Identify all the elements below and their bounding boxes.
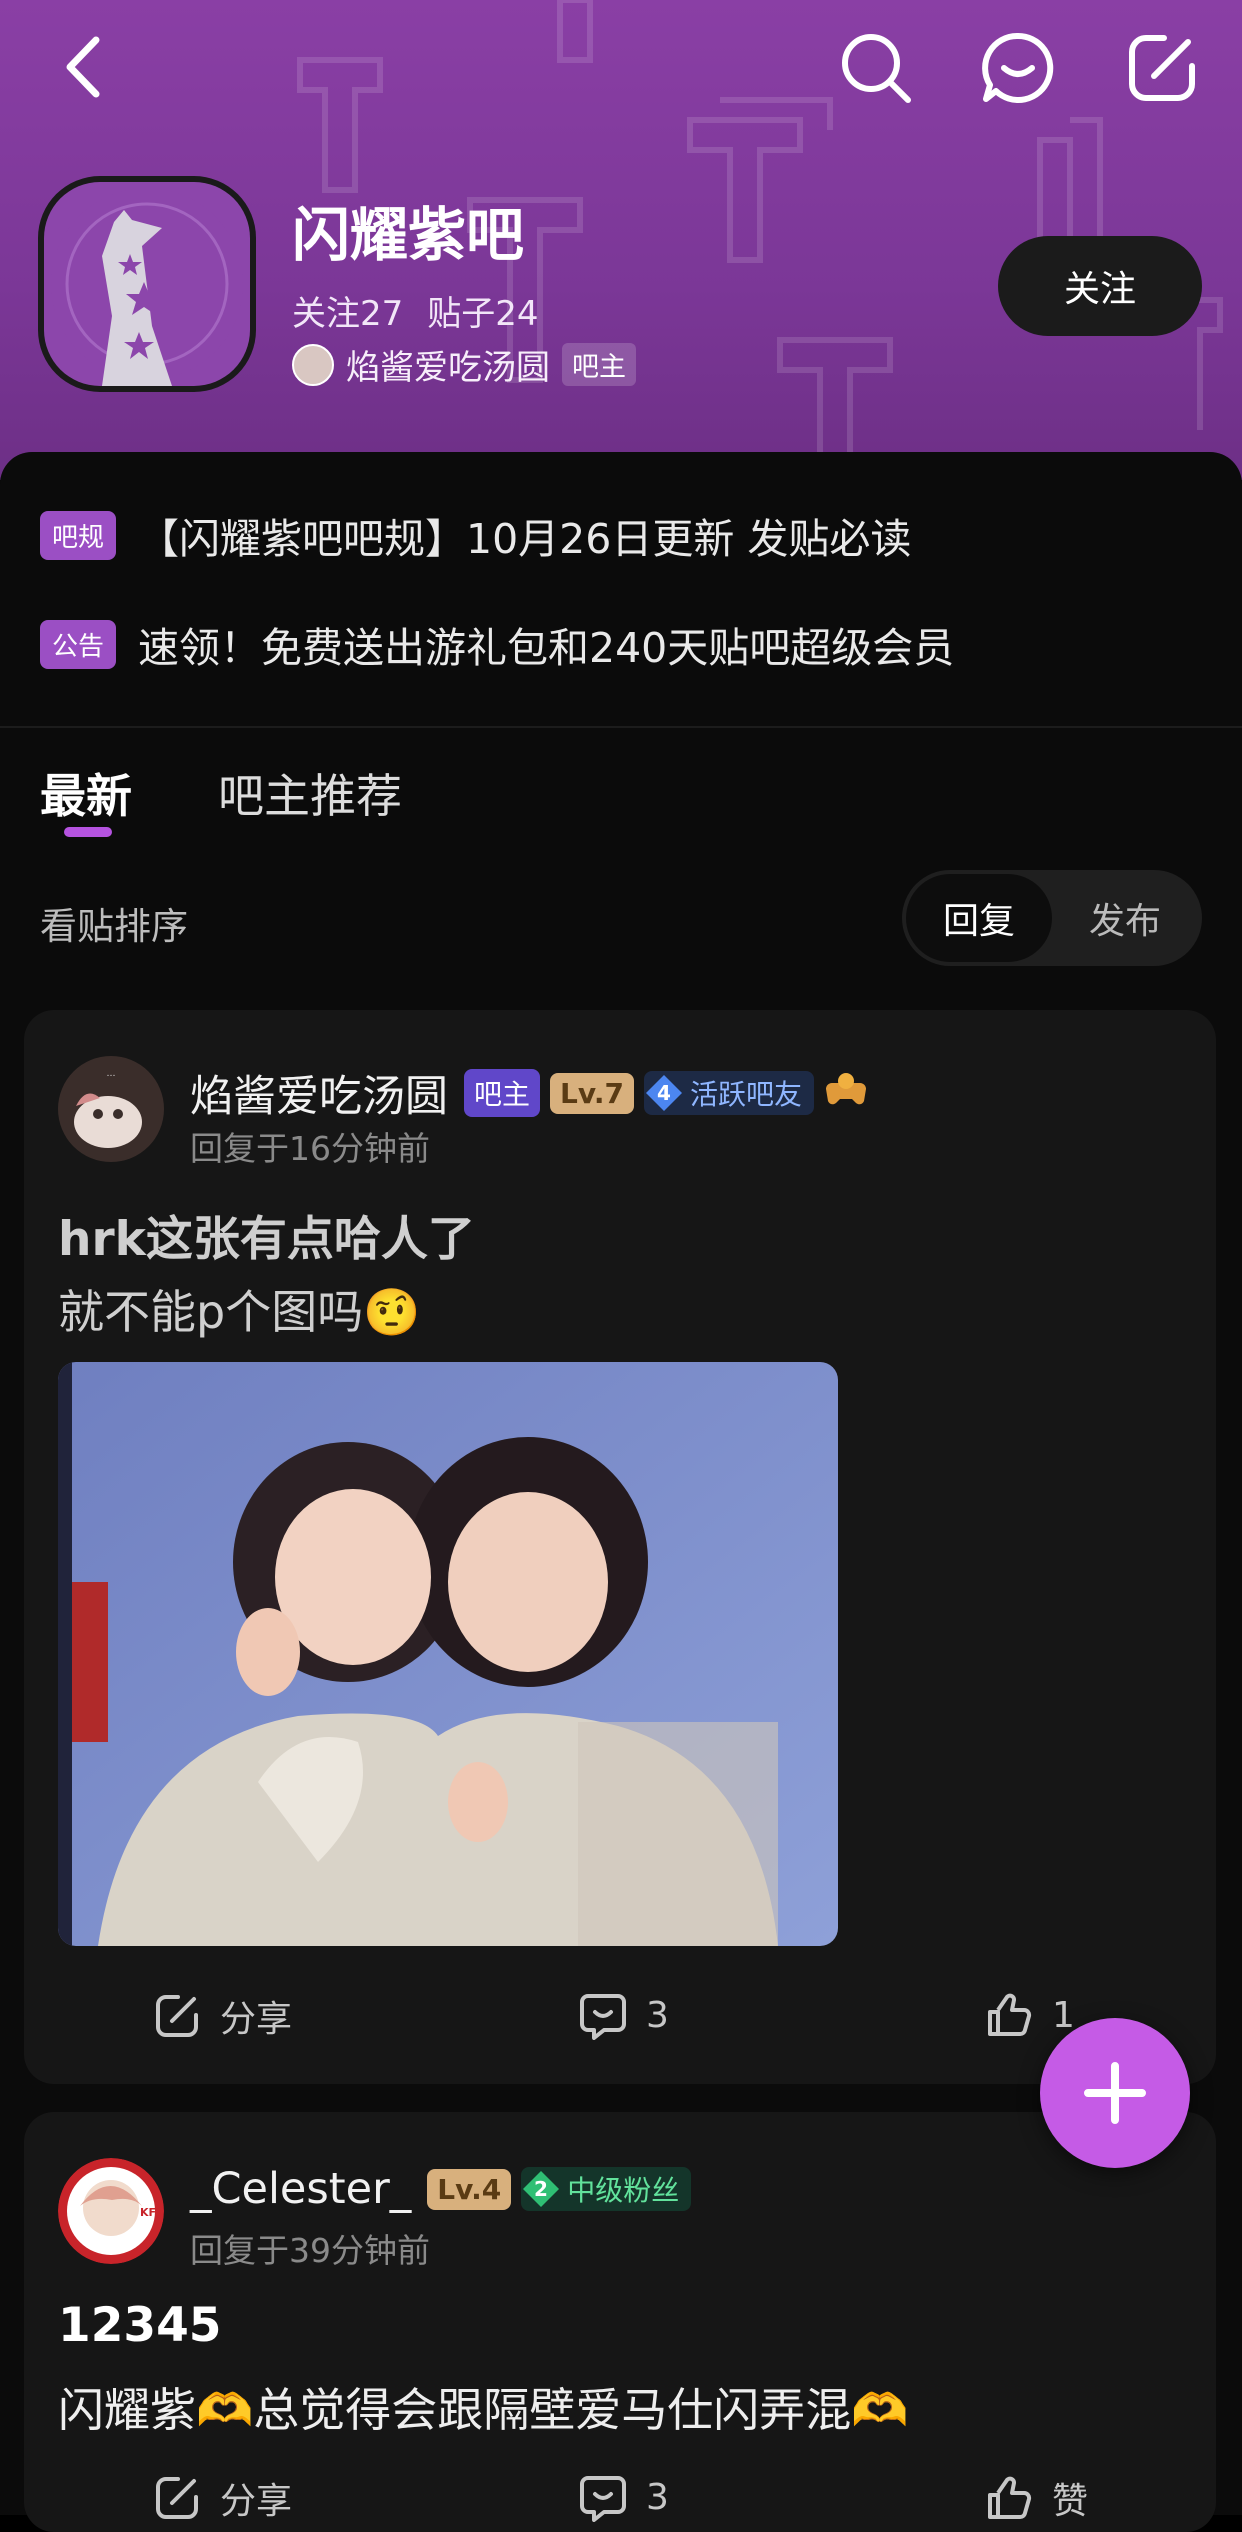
avatar[interactable]: … (58, 1056, 164, 1162)
tab-latest[interactable]: 最新 (40, 760, 132, 837)
diamond-icon: 2 (523, 2171, 560, 2207)
announcement-notice[interactable]: 公告 速领！免费送出游礼包和240天贴吧超级会员 (40, 614, 954, 674)
share-icon (156, 1995, 198, 2037)
svg-text:…: … (107, 1069, 116, 1079)
search-icon (842, 34, 911, 103)
tab-indicator (64, 827, 112, 837)
forum-avatar[interactable] (38, 176, 256, 392)
share-button[interactable]: 分享 (152, 2472, 292, 2524)
like-button[interactable]: 赞 (984, 2472, 1088, 2524)
tab-latest-label: 最新 (40, 769, 132, 823)
new-post-button[interactable] (1040, 2018, 1190, 2168)
rank-label: 中级粉丝 (567, 2174, 680, 2207)
gamepad-icon (824, 1071, 868, 1115)
comment-count: 3 (646, 1994, 669, 2036)
owner-badge: 吧主 (464, 1069, 541, 1117)
post-time: 回复于16分钟前 (190, 1129, 430, 1168)
sort-by-reply[interactable]: 回复 (906, 874, 1052, 962)
owner-badge: 吧主 (562, 343, 636, 386)
giraffe-logo-icon (44, 182, 250, 386)
announcement-tag: 公告 (40, 619, 117, 669)
comment-icon (580, 1994, 626, 2040)
post-title[interactable]: 12345 (58, 2298, 222, 2353)
share-label: 分享 (220, 1999, 293, 2040)
rank-badge: 2 中级粉丝 (521, 2167, 692, 2211)
author-name[interactable]: 焰酱爱吃汤圆 (190, 1062, 448, 1124)
forum-owner[interactable]: 焰酱爱吃汤圆 吧主 (292, 340, 636, 389)
svg-text:2: 2 (534, 2177, 548, 2201)
post-card[interactable]: KFC _Celester_ Lv.4 2 中级粉丝 回复于39分钟前 1234… (24, 2112, 1216, 2532)
sort-toggle: 回复 发布 (902, 870, 1202, 966)
rules-text: 【闪耀紫吧吧规】10月26日更新 发贴必读 (138, 515, 912, 563)
post-body[interactable]: 就不能p个图吗🤨 (58, 1276, 420, 1342)
owner-avatar (292, 343, 334, 386)
level-badge: Lv.7 (550, 1072, 634, 1114)
post-image[interactable] (58, 1362, 838, 1946)
feed-tabs: 最新 吧主推荐 (40, 760, 402, 837)
thumbs-up-icon (988, 1993, 1032, 2036)
rules-tag: 吧规 (40, 510, 117, 560)
divider (0, 726, 1242, 728)
rank-badge: 4 活跃吧友 (643, 1071, 814, 1115)
tab-owner-picks-label: 吧主推荐 (218, 769, 402, 823)
chat-bubble-icon (982, 32, 1054, 103)
edit-icon (1129, 35, 1195, 101)
comment-count: 3 (646, 2476, 669, 2518)
post-body[interactable]: 闪耀紫🫶总觉得会跟隔壁爱马仕闪弄混🫶 (58, 2374, 909, 2440)
forum-name: 闪耀紫吧 (292, 201, 525, 269)
followers-count: 关注27 (292, 294, 404, 334)
follow-button[interactable]: 关注 (998, 236, 1202, 336)
forum-header: 闪耀紫吧 关注27 贴子24 焰酱爱吃汤圆 吧主 关注 (0, 0, 1242, 480)
diamond-icon: 4 (645, 1075, 682, 1111)
avatar[interactable]: KFC (58, 2158, 164, 2264)
compose-button[interactable] (1124, 30, 1200, 106)
messages-button[interactable] (980, 30, 1056, 106)
plus-icon (1084, 2062, 1146, 2124)
tab-owner-picks[interactable]: 吧主推荐 (218, 760, 402, 826)
svg-text:4: 4 (657, 1081, 671, 1105)
share-label: 分享 (220, 2481, 293, 2522)
level-badge: Lv.4 (427, 2168, 512, 2210)
like-count: 1 (1052, 1994, 1075, 2036)
post-title[interactable]: hrk这张有点哈人了 (58, 1200, 475, 1269)
search-button[interactable] (838, 30, 914, 106)
author-row: _Celester_ Lv.4 2 中级粉丝 (190, 2164, 692, 2214)
post-time: 回复于39分钟前 (190, 2231, 430, 2270)
forum-stats: 关注27 贴子24 (292, 286, 539, 335)
rank-label: 活跃吧友 (689, 1078, 802, 1111)
owner-name: 焰酱爱吃汤圆 (346, 348, 550, 388)
rules-notice[interactable]: 吧规 【闪耀紫吧吧规】10月26日更新 发贴必读 (40, 505, 911, 565)
comment-button[interactable]: 3 (578, 1990, 669, 2040)
chevron-left-icon (66, 36, 100, 98)
like-label: 赞 (1052, 2481, 1089, 2522)
back-button[interactable] (56, 32, 116, 102)
announcement-text: 速领！免费送出游礼包和240天贴吧超级会员 (138, 624, 955, 672)
author-name[interactable]: _Celester_ (190, 2164, 411, 2214)
share-icon (156, 2477, 198, 2519)
posts-count: 贴子24 (427, 294, 539, 334)
sort-label: 看贴排序 (40, 905, 188, 948)
post-card[interactable]: … 焰酱爱吃汤圆 吧主 Lv.7 4 活跃吧友 回复于16分钟前 hrk这张有点… (24, 1010, 1216, 2084)
author-row: 焰酱爱吃汤圆 吧主 Lv.7 4 活跃吧友 (190, 1062, 868, 1124)
sort-by-publish[interactable]: 发布 (1052, 874, 1198, 962)
thumbs-up-icon (988, 2476, 1032, 2519)
svg-text:KFC: KFC (140, 2206, 164, 2219)
like-button[interactable]: 1 (984, 1990, 1075, 2040)
share-button[interactable]: 分享 (152, 1990, 292, 2042)
